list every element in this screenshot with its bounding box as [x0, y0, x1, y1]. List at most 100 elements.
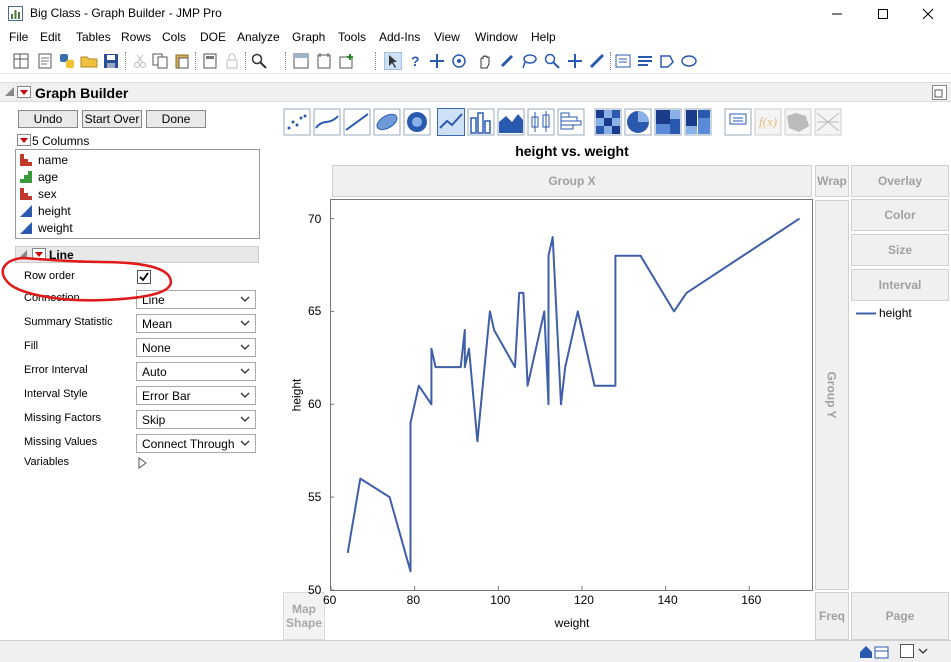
- menu-graph[interactable]: Graph: [292, 30, 325, 44]
- overlay-zone[interactable]: Overlay: [851, 165, 949, 197]
- group-x-zone[interactable]: Group X: [332, 165, 812, 197]
- line-tool-icon[interactable]: [588, 52, 606, 70]
- expand-triangle-icon[interactable]: [138, 457, 147, 469]
- freq-zone[interactable]: Freq: [815, 592, 849, 640]
- calculator-icon[interactable]: [201, 52, 219, 70]
- map-shape-zone[interactable]: Map Shape: [283, 592, 325, 640]
- collapse-triangle-icon[interactable]: [5, 87, 15, 97]
- window-title: Big Class - Graph Builder - JMP Pro: [30, 6, 222, 20]
- x-axis-label[interactable]: weight: [332, 616, 812, 630]
- undo-button[interactable]: Undo: [18, 110, 78, 128]
- parallel-element-icon[interactable]: [814, 108, 842, 136]
- search-icon[interactable]: [250, 52, 268, 70]
- bar-element-icon[interactable]: [467, 108, 495, 136]
- paste-icon[interactable]: [173, 52, 191, 70]
- menu-tools[interactable]: Tools: [338, 30, 366, 44]
- histogram-element-icon[interactable]: [557, 108, 585, 136]
- menu-tables[interactable]: Tables: [76, 30, 111, 44]
- menu-add-ins[interactable]: Add-Ins: [379, 30, 420, 44]
- area-element-icon[interactable]: [497, 108, 525, 136]
- ellipse-element-icon[interactable]: [373, 108, 401, 136]
- main-toolbar: ?: [0, 48, 951, 74]
- heatmap-element-icon[interactable]: [594, 108, 622, 136]
- maximize-button[interactable]: [860, 0, 906, 28]
- variables-label: Variables: [24, 456, 70, 468]
- group-y-zone[interactable]: Group Y: [815, 200, 849, 590]
- save-icon[interactable]: [102, 52, 120, 70]
- y-axis-label-box[interactable]: height: [283, 379, 309, 412]
- journal-icon[interactable]: [315, 52, 333, 70]
- summary-statistic-select[interactable]: Mean: [136, 314, 256, 333]
- interval-style-select[interactable]: Error Bar: [136, 386, 256, 405]
- size-zone[interactable]: Size: [851, 234, 949, 266]
- menu-file[interactable]: File: [9, 30, 28, 44]
- map-shape-label-1: Map: [292, 602, 316, 616]
- jmp-app-icon: [8, 6, 23, 21]
- close-button[interactable]: [905, 0, 951, 28]
- chevron-down-icon[interactable]: [918, 647, 928, 655]
- new-data-table-icon[interactable]: [12, 52, 30, 70]
- copy-icon[interactable]: [151, 52, 169, 70]
- start-over-button[interactable]: Start Over: [82, 110, 142, 128]
- fill-select[interactable]: None: [136, 338, 256, 357]
- plus-tool-icon[interactable]: [566, 52, 584, 70]
- cut-icon[interactable]: [131, 52, 149, 70]
- new-script-icon[interactable]: [36, 52, 54, 70]
- python-icon[interactable]: [58, 52, 76, 70]
- lock-icon[interactable]: [223, 52, 241, 70]
- menu-edit[interactable]: Edit: [40, 30, 61, 44]
- box-plot-element-icon[interactable]: [527, 108, 555, 136]
- smoother-element-icon[interactable]: [313, 108, 341, 136]
- interval-zone[interactable]: Interval: [851, 269, 949, 301]
- done-button[interactable]: Done: [146, 110, 206, 128]
- arrow-tool-icon[interactable]: [384, 52, 402, 70]
- magnifier-tool-icon[interactable]: [543, 52, 561, 70]
- menu-doe[interactable]: DOE: [200, 30, 226, 44]
- chevron-down-icon: [240, 344, 250, 350]
- page-zone[interactable]: Page: [851, 592, 949, 640]
- chart-title: height vs. weight: [515, 143, 629, 159]
- lasso-tool-icon[interactable]: [520, 52, 538, 70]
- ellipse-tool-icon[interactable]: [680, 52, 698, 70]
- wrap-zone[interactable]: Wrap: [815, 165, 849, 197]
- missing-factors-select[interactable]: Skip: [136, 410, 256, 429]
- color-zone[interactable]: Color: [851, 199, 949, 231]
- caption-box-element-icon[interactable]: [724, 108, 752, 136]
- window-list-checkbox[interactable]: [900, 644, 914, 658]
- grabber-hand-icon[interactable]: [476, 52, 494, 70]
- red-triangle-menu-icon[interactable]: [17, 86, 31, 98]
- restore-window-icon[interactable]: [932, 85, 947, 100]
- open-folder-icon[interactable]: [80, 52, 98, 70]
- menu-analyze[interactable]: Analyze: [237, 30, 280, 44]
- menu-view[interactable]: View: [434, 30, 460, 44]
- annotate-tool-icon[interactable]: [614, 52, 632, 70]
- formula-element-icon[interactable]: f(x): [754, 108, 782, 136]
- menu-help[interactable]: Help: [531, 30, 556, 44]
- line-chart[interactable]: [330, 199, 813, 591]
- contour-element-icon[interactable]: [403, 108, 431, 136]
- missing-values-select[interactable]: Connect Through: [136, 434, 256, 453]
- line-of-fit-element-icon[interactable]: [343, 108, 371, 136]
- polygon-list-icon[interactable]: [636, 52, 654, 70]
- add-data-icon[interactable]: [338, 52, 356, 70]
- crosshair-tool-icon[interactable]: [428, 52, 446, 70]
- map-shapes-element-icon[interactable]: [784, 108, 812, 136]
- help-tool-icon[interactable]: ?: [407, 52, 425, 70]
- brush-tool-icon[interactable]: [498, 52, 516, 70]
- mosaic-element-icon[interactable]: [684, 108, 712, 136]
- data-table-icon[interactable]: [292, 52, 310, 70]
- menu-window[interactable]: Window: [475, 30, 518, 44]
- selection-target-icon[interactable]: [450, 52, 468, 70]
- menu-rows[interactable]: Rows: [121, 30, 151, 44]
- pie-element-icon[interactable]: [624, 108, 652, 136]
- error-interval-select[interactable]: Auto: [136, 362, 256, 381]
- treemap-element-icon[interactable]: [654, 108, 682, 136]
- menu-cols[interactable]: Cols: [162, 30, 186, 44]
- home-window-icon[interactable]: [858, 644, 890, 660]
- line-element-icon[interactable]: [437, 108, 465, 136]
- points-element-icon[interactable]: [283, 108, 311, 136]
- legend-item-height[interactable]: height: [856, 306, 946, 322]
- columns-red-triangle-icon[interactable]: [17, 134, 31, 146]
- minimize-button[interactable]: [814, 0, 860, 28]
- polygon-tool-icon[interactable]: [658, 52, 676, 70]
